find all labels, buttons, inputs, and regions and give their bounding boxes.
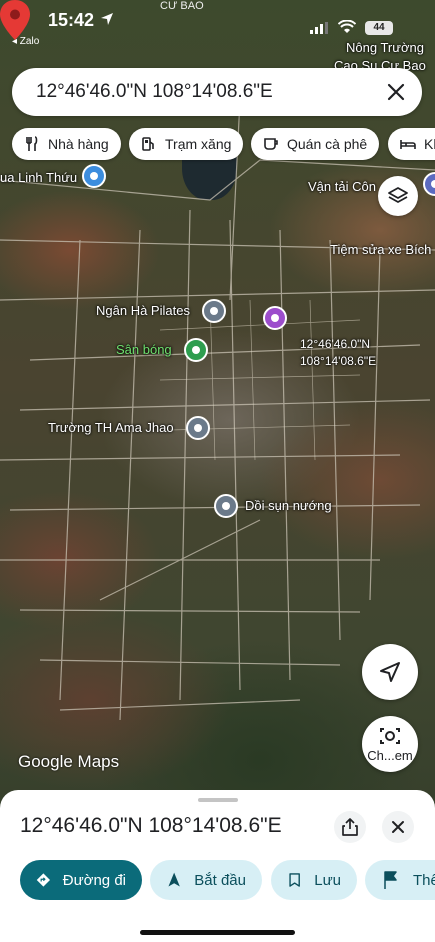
pin-label-lng: 108°14'08.6"E (300, 354, 377, 368)
label-linh-thuu[interactable]: ua Linh Thứu (0, 170, 77, 185)
sheet-drag-handle[interactable] (198, 798, 238, 802)
label-van-tai[interactable]: Vận tải Côn (308, 179, 376, 194)
pin-coordinate-label: 12°46'46.0"N 108°14'08.6"E (300, 336, 376, 370)
camera-icon (380, 727, 400, 744)
share-button[interactable] (334, 811, 366, 843)
close-icon (392, 821, 404, 833)
hotel-icon (400, 140, 416, 149)
google-maps-attribution: Google Maps (18, 752, 120, 771)
pin-label-lat: 12°46'46.0"N (300, 337, 371, 351)
start-button[interactable]: Bắt đầu (150, 860, 262, 900)
lens-label: Ch...em (367, 747, 413, 763)
chip-label: Nhà hàng (48, 136, 109, 152)
navigation-start-icon (168, 872, 180, 887)
temple-poi-icon[interactable] (263, 306, 287, 330)
battery-indicator: 44 (365, 21, 393, 35)
status-time: 15:42 (48, 10, 95, 30)
place-bottom-sheet[interactable]: 12°46'46.0"N 108°14'08.6"E Đường đi Bắt … (0, 790, 435, 942)
wifi-icon (338, 20, 356, 33)
directions-label: Đường đi (62, 871, 126, 889)
school-poi-icon[interactable] (186, 416, 210, 440)
restaurant-icon (26, 136, 38, 151)
layers-button[interactable] (378, 176, 418, 216)
my-location-button[interactable] (362, 644, 418, 700)
label-truong-th[interactable]: Trường TH Ama Jhao (48, 420, 174, 435)
directions-icon (36, 873, 51, 887)
chip-gas-stations[interactable]: Trạm xăng (129, 128, 244, 160)
chip-label: Trạm xăng (165, 136, 232, 152)
sheet-title: 12°46'46.0"N 108°14'08.6"E (20, 814, 282, 837)
label-doi-sun[interactable]: Dồi sụn nướng (245, 498, 332, 513)
map-label-cu-bao: CƯ BAO (160, 0, 204, 12)
cellular-signal-icon (310, 22, 328, 34)
stadium-poi-icon[interactable] (184, 338, 208, 362)
add-label-text: Thê (413, 871, 435, 889)
start-label: Bắt đầu (194, 871, 246, 889)
close-icon[interactable] (384, 80, 408, 104)
location-arrow-icon (101, 13, 113, 25)
directions-button[interactable]: Đường đi (20, 860, 142, 900)
coffee-icon (264, 138, 278, 150)
gas-station-icon (142, 137, 154, 151)
chip-label: Kh (424, 136, 435, 152)
home-indicator (140, 930, 295, 935)
sheet-close-button[interactable] (382, 811, 414, 843)
chip-hotels[interactable]: Kh (388, 128, 435, 160)
search-query-text[interactable]: 12°46'46.0"N 108°14'08.6"E (36, 81, 273, 103)
chip-coffee[interactable]: Quán cà phê (251, 128, 380, 160)
lens-button[interactable]: Ch...em (362, 716, 418, 772)
label-ngan-ha[interactable]: Ngân Hà Pilates (96, 303, 190, 318)
chip-label: Quán cà phê (287, 136, 368, 152)
chip-restaurants[interactable]: Nhà hàng (12, 128, 121, 160)
navigation-arrow-icon (380, 662, 400, 682)
flag-icon (384, 871, 397, 889)
back-to-app-link[interactable]: ◂ Zalo (12, 36, 39, 47)
label-san-bong[interactable]: Sân bóng (116, 342, 172, 357)
save-label: Lưu (314, 871, 341, 889)
food-poi-icon[interactable] (214, 494, 238, 518)
add-label-button[interactable]: Thê (365, 860, 435, 900)
search-bar[interactable]: 12°46'46.0"N 108°14'08.6"E (12, 68, 422, 116)
share-icon (342, 818, 358, 836)
status-bar: CƯ BAO 15:42 ◂ Zalo 44 (0, 0, 435, 48)
label-tiem-sua[interactable]: Tiệm sửa xe Bích (330, 242, 431, 257)
snowflake-poi-icon[interactable] (82, 164, 106, 188)
save-button[interactable]: Lưu (271, 860, 357, 900)
pilates-poi-icon[interactable] (202, 299, 226, 323)
layers-icon (388, 187, 408, 203)
bookmark-icon (289, 873, 300, 887)
